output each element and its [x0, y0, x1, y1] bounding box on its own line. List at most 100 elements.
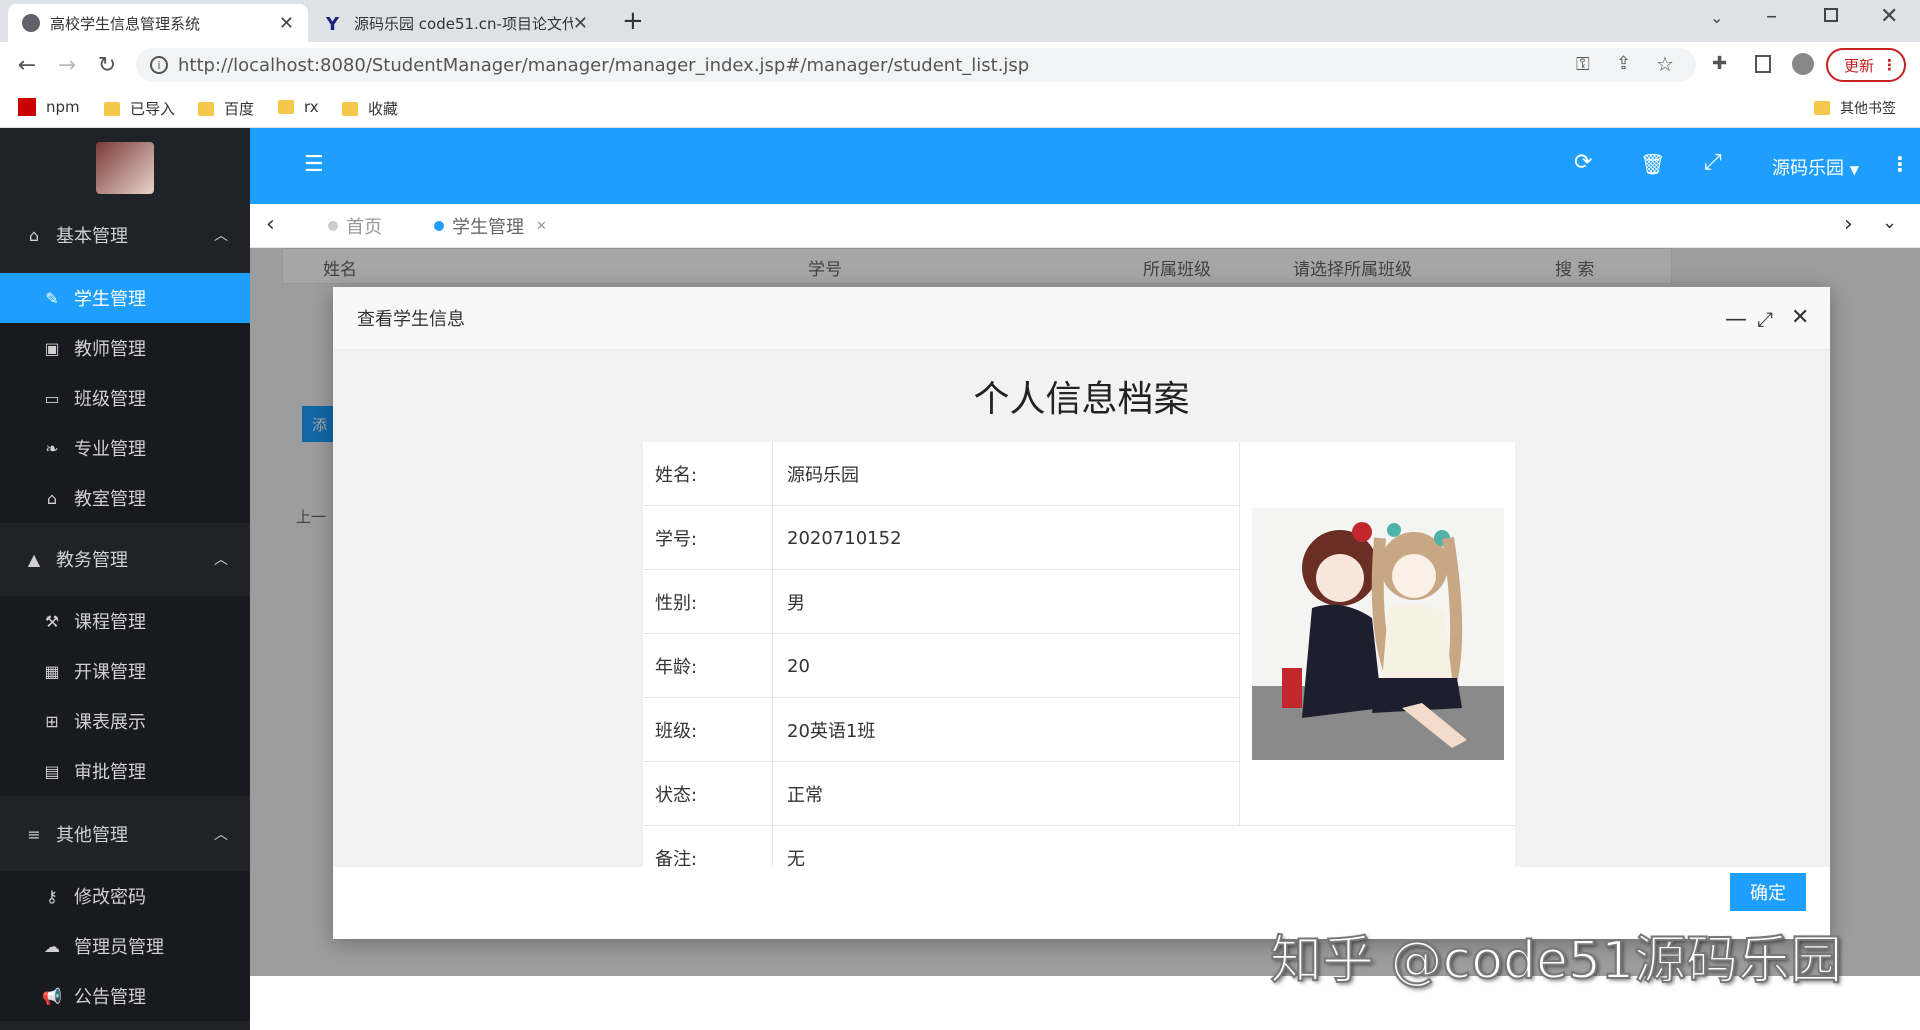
- bookmark-label: 已导入: [130, 100, 176, 118]
- sidebar-item-classrooms[interactable]: ⌂ 教室管理: [0, 473, 250, 523]
- maximize-icon[interactable]: ⤢: [1757, 307, 1773, 331]
- sidebar-item-teachers[interactable]: ▣ 教师管理: [0, 323, 250, 373]
- row-value: 无: [787, 849, 805, 867]
- browser-tab-active[interactable]: 高校学生信息管理系统 ✕: [8, 4, 308, 42]
- forward-arrow-icon[interactable]: →: [52, 50, 82, 80]
- sidebar-item-change-password[interactable]: ⚷ 修改密码: [0, 871, 250, 921]
- row-label: 状态:: [643, 762, 773, 826]
- user-menu[interactable]: 源码乐园 ▼: [1772, 154, 1859, 180]
- view-student-modal: 查看学生信息 — ⤢ ✕ 个人信息档案 姓名: 源码乐园 学号: 2020710…: [333, 287, 1830, 939]
- sidebar-item-label: 教师管理: [74, 339, 146, 360]
- sidebar-group-academic[interactable]: ▲ 教务管理 ︿: [0, 528, 250, 590]
- sidebar-item-label: 教室管理: [74, 489, 146, 510]
- update-button[interactable]: 更新 ⋮: [1826, 48, 1906, 82]
- bookmark-rx[interactable]: rx: [278, 98, 319, 116]
- close-tab-icon[interactable]: ✕: [536, 219, 547, 234]
- browser-tab-title: 源码乐园 code51.cn-项目论文代: [354, 14, 573, 33]
- sidebar-item-label: 课程管理: [74, 612, 146, 633]
- sidebar-group-other[interactable]: ≡ 其他管理 ︿: [0, 803, 250, 865]
- sidebar-item-courses[interactable]: ⚒ 课程管理: [0, 596, 250, 646]
- tab-search-chevron-icon[interactable]: ⌄: [1710, 8, 1723, 27]
- row-value: 男: [787, 593, 805, 614]
- tabs-prev-icon[interactable]: ‹: [266, 212, 275, 237]
- sidebar-item-majors[interactable]: ❧ 专业管理: [0, 423, 250, 473]
- leaf-icon: ❧: [45, 438, 59, 458]
- row-label: 备注:: [643, 826, 773, 867]
- calendar-icon: ▦: [44, 661, 60, 681]
- pencil-icon: ✎: [45, 288, 59, 308]
- close-tab-icon[interactable]: ✕: [573, 13, 588, 34]
- chevron-up-icon: ︿: [214, 552, 228, 568]
- more-vertical-icon[interactable]: ⋮: [1890, 152, 1910, 176]
- reload-icon[interactable]: ↻: [92, 50, 122, 80]
- folder-icon: [342, 101, 358, 116]
- graduation-cap-icon: ▲: [27, 549, 41, 569]
- tabs-next-icon[interactable]: ›: [1844, 212, 1853, 237]
- info-row: 状态: 正常: [643, 762, 1239, 826]
- sidebar-group-label: 基本管理: [56, 226, 128, 247]
- info-table: 姓名: 源码乐园 学号: 2020710152 性别: 男 年龄: 20 班级:…: [643, 442, 1515, 867]
- close-tab-icon[interactable]: ✕: [279, 13, 294, 34]
- sidebar-item-label: 修改密码: [74, 887, 146, 908]
- bookmark-imported[interactable]: 已导入: [104, 98, 175, 119]
- url-input[interactable]: i http://localhost:8080/StudentManager/m…: [136, 48, 1696, 82]
- info-row: 班级: 20英语1班: [643, 698, 1239, 762]
- refresh-icon[interactable]: ⟳: [1574, 150, 1592, 175]
- row-label: 姓名:: [643, 442, 773, 506]
- minimize-icon[interactable]: —: [1725, 307, 1747, 332]
- sidebar-item-timetable[interactable]: ⊞ 课表展示: [0, 696, 250, 746]
- new-tab-icon[interactable]: +: [622, 6, 644, 36]
- tab-home[interactable]: 首页: [328, 204, 382, 248]
- row-label: 年龄:: [643, 634, 773, 698]
- sidebar-item-classes[interactable]: ▭ 班级管理: [0, 373, 250, 423]
- tabs-menu-chevron-icon[interactable]: ⌄: [1882, 212, 1897, 233]
- browser-tab-2[interactable]: Y 源码乐园 code51.cn-项目论文代 ✕: [312, 4, 602, 42]
- extensions-icon[interactable]: ✚: [1712, 53, 1727, 74]
- confirm-button[interactable]: 确定: [1730, 873, 1806, 911]
- close-icon[interactable]: ✕: [1791, 305, 1809, 330]
- sidebar-item-approvals[interactable]: ▤ 审批管理: [0, 746, 250, 796]
- cloud-icon: ☁: [44, 936, 60, 956]
- star-icon[interactable]: ☆: [1656, 52, 1674, 76]
- key-icon[interactable]: ⚿: [1576, 54, 1590, 75]
- bookmark-label: npm: [46, 98, 80, 116]
- bookmark-npm[interactable]: npm: [18, 98, 80, 116]
- fullscreen-icon[interactable]: ⤢: [1704, 150, 1722, 175]
- maximize-icon[interactable]: [1824, 8, 1838, 22]
- sidebar-item-notices[interactable]: 📢 公告管理: [0, 971, 250, 1021]
- folder-icon: [1814, 101, 1830, 115]
- url-text: http://localhost:8080/StudentManager/man…: [178, 54, 1030, 76]
- chevron-up-icon: ︿: [214, 228, 228, 244]
- close-window-icon[interactable]: ✕: [1880, 4, 1898, 29]
- key-icon: ⚷: [46, 886, 58, 906]
- tab-label: 首页: [346, 217, 382, 238]
- back-arrow-icon[interactable]: ←: [12, 50, 42, 80]
- profile-avatar-icon[interactable]: [1792, 53, 1814, 75]
- modal-body: 个人信息档案 姓名: 源码乐园 学号: 2020710152 性别: 男 年龄:…: [333, 350, 1830, 867]
- bookmark-baidu[interactable]: 百度: [198, 98, 254, 119]
- sidebar-item-label: 开课管理: [74, 662, 146, 683]
- briefcase-icon: ▣: [44, 338, 60, 358]
- y-logo-icon: Y: [326, 14, 340, 35]
- minimize-icon[interactable]: –: [1766, 4, 1777, 29]
- tab-students[interactable]: 学生管理 ✕: [434, 204, 567, 248]
- sidebar-item-label: 管理员管理: [74, 937, 164, 958]
- sidebar-item-open-courses[interactable]: ▦ 开课管理: [0, 646, 250, 696]
- sidebar-group-basic[interactable]: ⌂ 基本管理 ︿: [0, 204, 250, 266]
- share-icon[interactable]: ⇪: [1616, 53, 1631, 74]
- trash-icon[interactable]: 🗑: [1640, 152, 1665, 176]
- info-icon[interactable]: i: [150, 56, 168, 74]
- menu-toggle-icon[interactable]: ☰: [304, 152, 324, 177]
- sidebar-item-label: 公告管理: [74, 987, 146, 1008]
- row-label: 班级:: [643, 698, 773, 762]
- sidebar-item-admins[interactable]: ☁ 管理员管理: [0, 921, 250, 971]
- row-value: 2020710152: [787, 527, 902, 549]
- bookmark-other[interactable]: 其他书签: [1814, 98, 1896, 118]
- bank-icon: ⌂: [46, 488, 58, 508]
- info-row: 性别: 男: [643, 570, 1239, 634]
- bookmark-favorites[interactable]: 收藏: [342, 98, 398, 119]
- sidebar-group-label: 其他管理: [56, 825, 128, 846]
- sidebar-item-students[interactable]: ✎ 学生管理: [0, 273, 250, 323]
- sidepanel-icon[interactable]: [1755, 55, 1771, 73]
- student-photo-image: [1252, 508, 1504, 760]
